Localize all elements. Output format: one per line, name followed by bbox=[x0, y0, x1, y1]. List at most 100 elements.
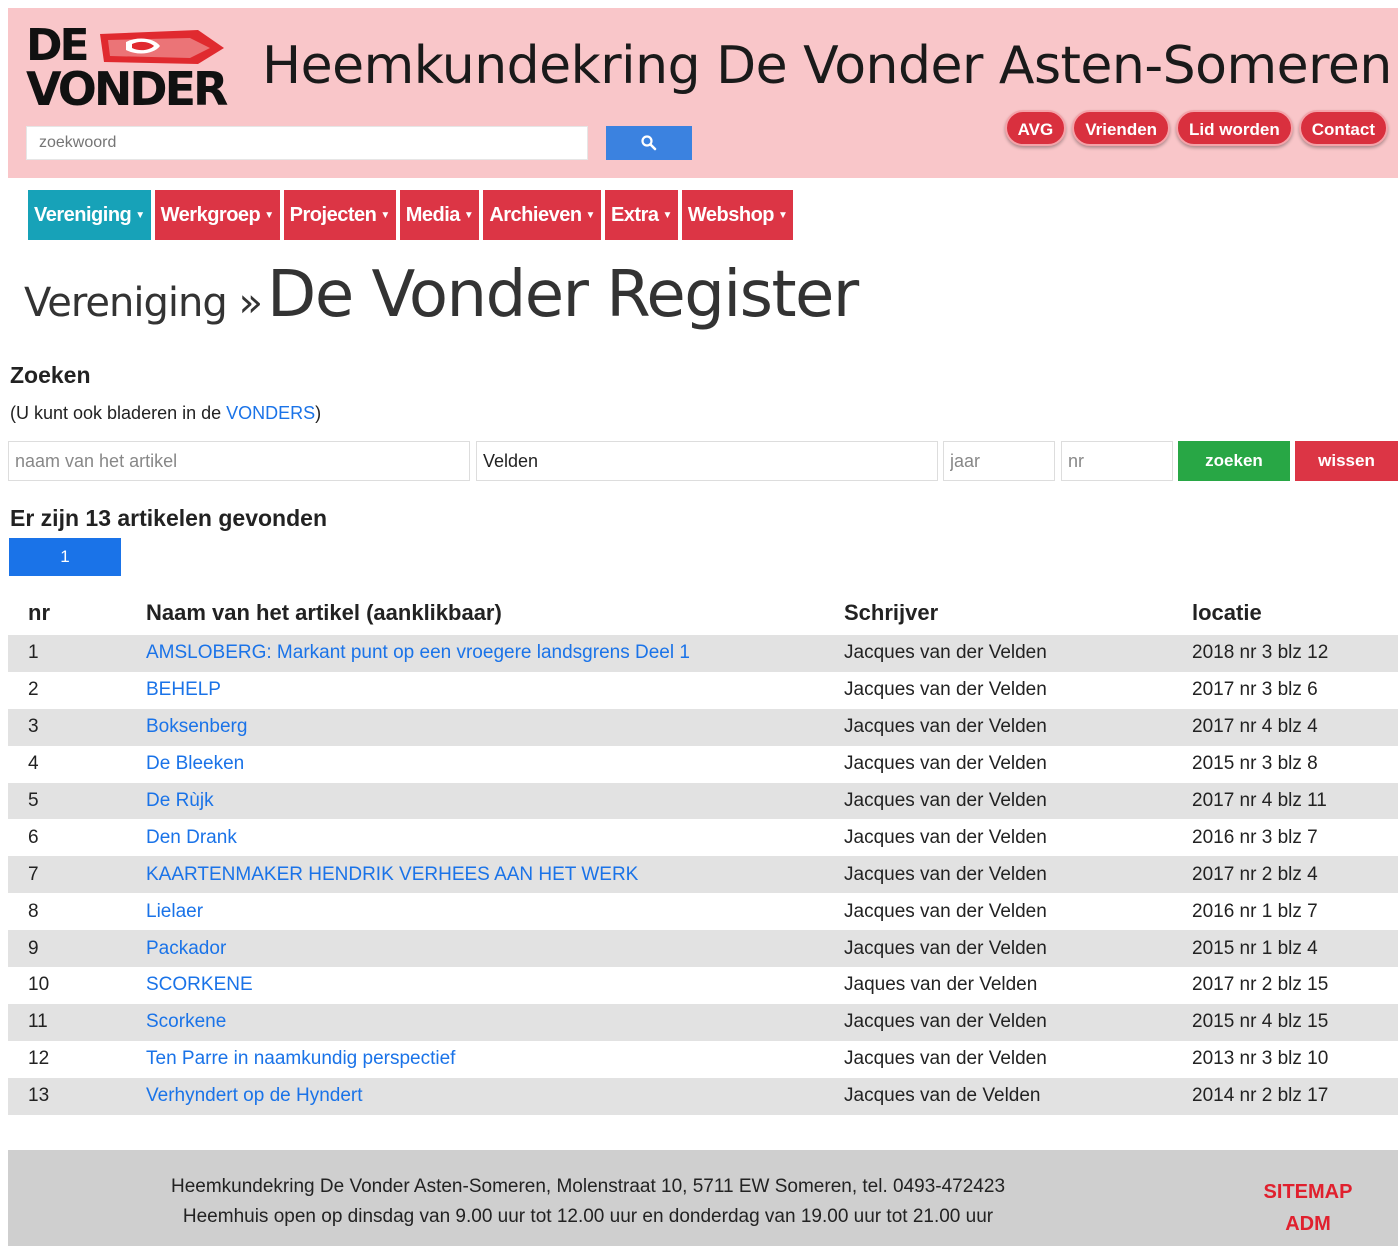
cell-location: 2017 nr 4 blz 4 bbox=[1192, 716, 1318, 738]
cell-nr: 3 bbox=[28, 716, 39, 738]
table-row: 13 Verhyndert op de Hyndert Jacques van de… bbox=[8, 1077, 1398, 1115]
cell-nr: 6 bbox=[28, 826, 39, 848]
vonders-link[interactable]: VONDERS bbox=[226, 403, 315, 423]
browse-suffix: ) bbox=[315, 403, 322, 423]
site-header: DE VONDER Heemkundekring De Vonder Asten… bbox=[8, 8, 1398, 178]
page-heading: Vereniging » De Vonder Register bbox=[24, 258, 859, 332]
cell-nr: 13 bbox=[28, 1085, 50, 1107]
footer-line-address: Heemkundekring De Vonder Asten-Someren, … bbox=[170, 1176, 1006, 1197]
table-row: 5 De Rùjk Jacques van der Velden 2017 nr 4 … bbox=[8, 782, 1398, 820]
nav-projecten[interactable]: Projecten ▼ bbox=[283, 190, 396, 240]
caret-down-icon: ▼ bbox=[380, 209, 390, 221]
contact-link[interactable]: Contact bbox=[1298, 110, 1388, 146]
adm-link[interactable]: ADM bbox=[1248, 1208, 1368, 1240]
search-input[interactable] bbox=[27, 127, 587, 159]
google-search-field[interactable] bbox=[26, 126, 588, 160]
column-header-author: Schrijver bbox=[844, 599, 939, 625]
nav-werkgroep[interactable]: Werkgroep ▼ bbox=[154, 190, 280, 240]
nav-media[interactable]: Media ▼ bbox=[399, 190, 480, 240]
caret-down-icon: ▼ bbox=[264, 209, 274, 221]
top-links: AVG Vrienden Lid worden Contact bbox=[1004, 110, 1388, 146]
cell-author: Jacques van der Velden bbox=[844, 753, 1047, 775]
cell-nr: 5 bbox=[28, 790, 39, 811]
cell-location: 2014 nr 2 blz 17 bbox=[1192, 1085, 1329, 1107]
cell-author: Jacques van der Velden bbox=[844, 900, 1047, 922]
article-link[interactable]: Lielaer bbox=[146, 901, 203, 922]
nav-extra[interactable]: Extra ▼ bbox=[604, 190, 678, 240]
year-input[interactable] bbox=[943, 441, 1055, 481]
cell-location: 2017 nr 2 blz 15 bbox=[1192, 974, 1329, 996]
caret-down-icon: ▼ bbox=[778, 209, 788, 221]
cell-nr: 4 bbox=[28, 753, 39, 775]
cell-nr: 12 bbox=[28, 1048, 50, 1070]
cell-author: Jacques van der Velden bbox=[844, 679, 1047, 701]
cell-nr: 11 bbox=[28, 1011, 48, 1033]
nav-label: Media bbox=[405, 204, 461, 226]
author-input[interactable] bbox=[476, 441, 938, 481]
page-title: De Vonder Register bbox=[267, 258, 859, 332]
cell-location: 2016 nr 3 blz 7 bbox=[1192, 826, 1318, 848]
article-link[interactable]: Scorkene bbox=[146, 1011, 226, 1032]
article-link[interactable]: Verhyndert op de Hyndert bbox=[146, 1085, 363, 1106]
caret-down-icon: ▼ bbox=[662, 209, 672, 221]
cell-location: 2017 nr 4 blz 11 bbox=[1192, 790, 1327, 811]
article-link[interactable]: Boksenberg bbox=[146, 716, 247, 737]
article-link[interactable]: SCORKENE bbox=[146, 974, 253, 995]
table-row: 2 BEHELP Jacques van der Velden 2017 nr 3 b… bbox=[8, 672, 1398, 709]
cell-nr: 2 bbox=[28, 679, 39, 701]
cell-location: 2017 nr 3 blz 6 bbox=[1192, 679, 1318, 701]
article-link[interactable]: De Bleeken bbox=[146, 753, 244, 774]
cell-location: 2015 nr 4 blz 15 bbox=[1192, 1011, 1329, 1033]
site-logo[interactable]: DE VONDER bbox=[26, 22, 228, 116]
nav-webshop[interactable]: Webshop ▼ bbox=[681, 190, 794, 240]
article-link[interactable]: De Rùjk bbox=[146, 790, 214, 811]
cell-author: Jacques van der Velden bbox=[844, 1011, 1047, 1033]
cell-author: Jacques van der Velden bbox=[844, 1048, 1047, 1070]
footer-address: Heemkundekring De Vonder Asten-Someren, … bbox=[8, 1172, 1168, 1232]
breadcrumb: Vereniging » bbox=[24, 280, 263, 326]
caret-down-icon: ▼ bbox=[585, 209, 596, 221]
table-row: 12 Ten Parre in naamkundig perspectief Jac… bbox=[8, 1041, 1398, 1078]
article-link[interactable]: Den Drank bbox=[146, 827, 237, 848]
caret-down-icon: ▼ bbox=[463, 209, 474, 221]
cell-author: Jacques van de Velden bbox=[844, 1085, 1041, 1107]
pagination-page-1[interactable]: 1 bbox=[9, 538, 121, 576]
article-link[interactable]: Ten Parre in naamkundig perspectief bbox=[146, 1048, 455, 1069]
avg-link[interactable]: AVG bbox=[1004, 110, 1067, 146]
nav-archieven[interactable]: Archieven ▼ bbox=[483, 190, 601, 240]
column-header-name: Naam van het artikel (aanklikbaar) bbox=[146, 599, 502, 625]
logo-plough-icon bbox=[100, 30, 224, 64]
cell-location: 2015 nr 1 blz 4 bbox=[1192, 937, 1318, 959]
nr-input[interactable] bbox=[1061, 441, 1173, 481]
table-row: 11 Scorkene Jacques van der Velden 2015 nr … bbox=[8, 1003, 1398, 1041]
site-footer: Heemkundekring De Vonder Asten-Someren, … bbox=[8, 1150, 1398, 1246]
lid-worden-link[interactable]: Lid worden bbox=[1176, 110, 1293, 146]
nav-vereniging[interactable]: Vereniging ▼ bbox=[28, 190, 151, 240]
cell-nr: 10 bbox=[28, 974, 50, 996]
article-link[interactable]: BEHELP bbox=[146, 679, 221, 700]
table-row: 6 Den Drank Jacques van der Velden 2016 nr … bbox=[8, 819, 1398, 856]
article-link[interactable]: AMSLOBERG: Markant punt op een vroegere … bbox=[146, 642, 690, 663]
article-name-input[interactable] bbox=[8, 441, 470, 481]
cell-nr: 7 bbox=[28, 863, 39, 885]
cell-nr: 8 bbox=[28, 900, 39, 922]
nav-label: Extra bbox=[610, 204, 659, 226]
vrienden-link[interactable]: Vrienden bbox=[1072, 110, 1171, 146]
nav-label: Webshop bbox=[687, 204, 775, 226]
browse-hint: (U kunt ook bladeren in de VONDERS) bbox=[10, 403, 321, 424]
cell-location: 2013 nr 3 blz 10 bbox=[1192, 1048, 1329, 1070]
cell-author: Jacques van der Velden bbox=[844, 642, 1047, 664]
logo-line-vonder: VONDER bbox=[26, 62, 228, 116]
sitemap-link[interactable]: SITEMAP bbox=[1248, 1176, 1368, 1208]
nav-label: Archieven bbox=[489, 204, 582, 226]
wissen-button[interactable]: wissen bbox=[1295, 441, 1398, 481]
search-button[interactable] bbox=[606, 126, 692, 160]
table-row: 7 KAARTENMAKER HENDRIK VERHEES AAN HET WE… bbox=[8, 856, 1398, 894]
cell-location: 2017 nr 2 blz 4 bbox=[1192, 863, 1318, 885]
table-row: 10 SCORKENE Jaques van der Velden 2017 nr 2… bbox=[8, 967, 1398, 1004]
table-row: 9 Packador Jacques van der Velden 2015 nr 1… bbox=[8, 930, 1398, 968]
column-header-location: locatie bbox=[1192, 599, 1262, 625]
article-link[interactable]: KAARTENMAKER HENDRIK VERHEES AAN HET WER… bbox=[146, 864, 638, 885]
article-link[interactable]: Packador bbox=[146, 938, 226, 959]
zoeken-button[interactable]: zoeken bbox=[1178, 441, 1290, 481]
